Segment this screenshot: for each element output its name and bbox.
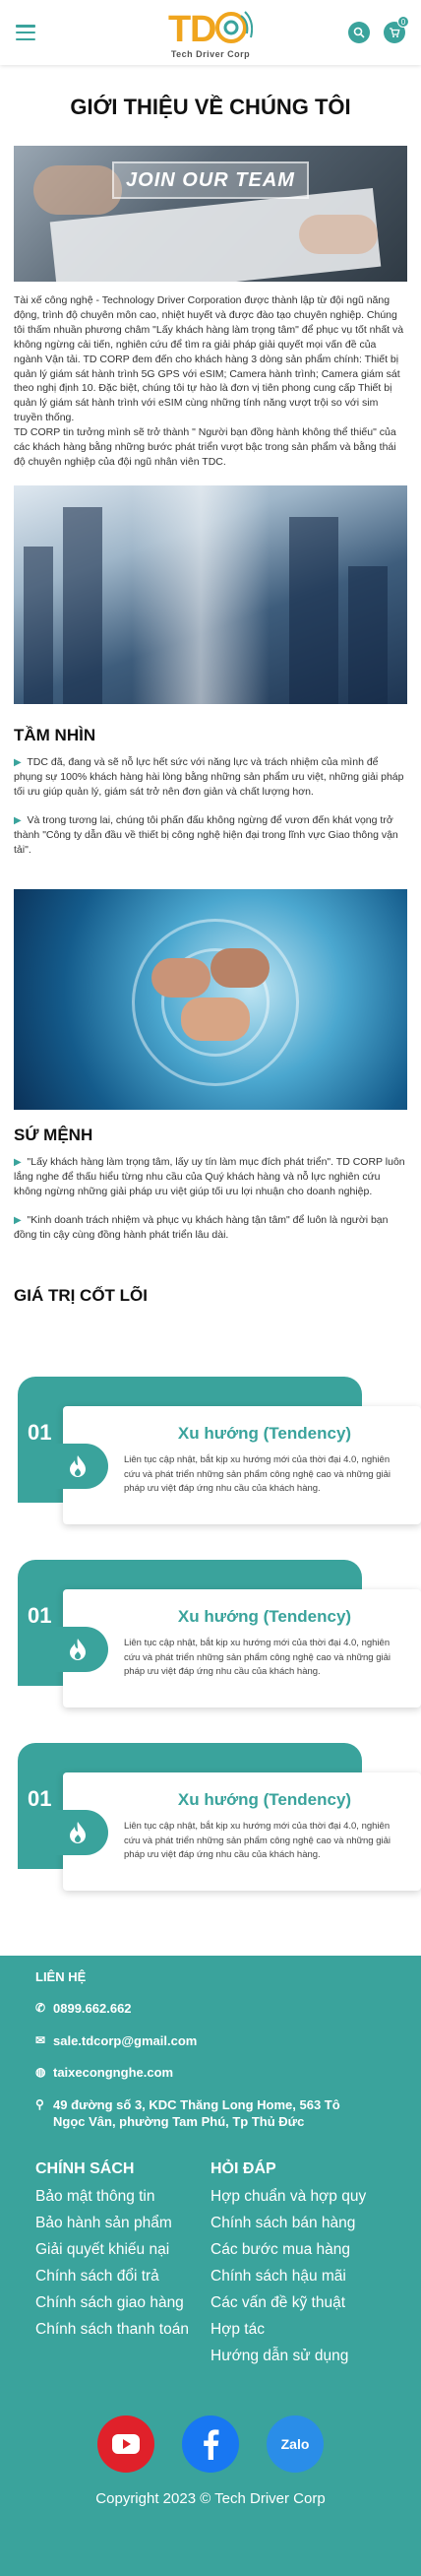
contact-website[interactable]: ◍ taixecongnghe.com	[35, 2064, 386, 2082]
faq-column: HỎI ĐÁP Hợp chuẩn và hợp quy Chính sách …	[210, 2160, 386, 2374]
policy-link[interactable]: Chính sách đổi trả	[35, 2268, 210, 2286]
mission-item: ▶ "Kinh doanh trách nhiệm và phục vụ khá…	[0, 1213, 421, 1243]
teamwork-hands-image	[14, 888, 407, 1110]
mission-item-text: "Kinh doanh trách nhiệm và phục vụ khách…	[14, 1213, 389, 1242]
contact-email[interactable]: ✉ sale.tdcorp@gmail.com	[35, 2032, 386, 2050]
youtube-icon[interactable]	[97, 2415, 154, 2473]
website-url: taixecongnghe.com	[53, 2065, 174, 2081]
site-footer: LIÊN HỆ ✆ 0899.662.662 ✉ sale.tdcorp@gma…	[0, 1955, 421, 2576]
flame-icon	[47, 1809, 108, 1855]
core-values-heading: GIÁ TRỊ CỐT LÕI	[14, 1285, 148, 1305]
value-number: 01	[28, 1785, 52, 1811]
join-team-image: JOIN OUR TEAM	[14, 146, 407, 282]
phone-number: 0899.662.662	[53, 2000, 132, 2016]
value-title: Xu hướng (Tendency)	[177, 1606, 352, 1626]
value-card: 01 Xu hướng (Tendency) Liên tục cập nhật…	[14, 1559, 421, 1707]
join-team-banner: JOIN OUR TEAM	[112, 161, 309, 199]
email-address: sale.tdcorp@gmail.com	[53, 2032, 198, 2048]
svg-text:D: D	[190, 9, 216, 47]
faq-link[interactable]: Hợp tác	[210, 2321, 386, 2339]
value-card: 01 Xu hướng (Tendency) Liên tục cập nhật…	[14, 1742, 421, 1891]
globe-icon: ◍	[35, 2065, 46, 2080]
mission-item-text: "Lấy khách hàng làm trọng tâm, lấy uy tí…	[14, 1155, 405, 1197]
intro-paragraph: TD CORP tin tưởng mình sẽ trở thành " Ng…	[14, 426, 396, 468]
social-links: Zalo	[35, 2415, 386, 2473]
policy-heading: CHÍNH SÁCH	[35, 2159, 135, 2177]
logo-mark: T D	[168, 8, 254, 50]
cart-count-badge: 0	[397, 16, 409, 28]
triangle-bullet-icon: ▶	[14, 814, 22, 826]
contact-phone[interactable]: ✆ 0899.662.662	[35, 2000, 386, 2018]
page-title: GIỚI THIỆU VỀ CHÚNG TÔI	[70, 95, 351, 119]
value-title: Xu hướng (Tendency)	[177, 1423, 352, 1443]
mission-heading: SỨ MỆNH	[14, 1125, 93, 1144]
faq-link[interactable]: Chính sách hậu mãi	[210, 2268, 386, 2286]
contact-address: ⚲ 49 đường số 3, KDC Thăng Long Home, 56…	[35, 2096, 386, 2131]
value-title: Xu hướng (Tendency)	[177, 1789, 352, 1809]
vision-item-text: TDC đã, đang và sẽ nỗ lực hết sức với nă…	[14, 755, 404, 798]
value-number: 01	[28, 1602, 52, 1628]
value-number: 01	[28, 1419, 52, 1445]
svg-text:T: T	[168, 9, 191, 47]
policy-link[interactable]: Bảo hành sản phẩm	[35, 2215, 210, 2232]
policy-link[interactable]: Bảo mật thông tin	[35, 2188, 210, 2206]
mail-icon: ✉	[35, 2032, 46, 2047]
vision-item-text: Và trong tương lai, chúng tôi phấn đấu k…	[14, 813, 398, 856]
copyright-text: Copyright 2023 © Tech Driver Corp	[95, 2489, 326, 2507]
value-description: Liên tục cập nhật, bắt kịp xu hướng mới …	[124, 1820, 391, 1861]
policy-link[interactable]: Giải quyết khiếu nại	[35, 2241, 210, 2259]
vision-item: ▶ Và trong tương lai, chúng tôi phấn đấu…	[0, 813, 421, 858]
menu-icon[interactable]	[16, 25, 35, 40]
location-pin-icon: ⚲	[35, 2096, 44, 2111]
faq-link[interactable]: Các bước mua hàng	[210, 2241, 386, 2259]
faq-link[interactable]: Hướng dẫn sử dụng	[210, 2348, 386, 2365]
address-text: 49 đường số 3, KDC Thăng Long Home, 563 …	[53, 2096, 340, 2130]
zalo-icon[interactable]: Zalo	[267, 2415, 324, 2473]
value-description: Liên tục cập nhật, bắt kịp xu hướng mới …	[124, 1453, 391, 1495]
policy-link[interactable]: Chính sách thanh toán	[35, 2321, 210, 2339]
faq-heading: HỎI ĐÁP	[210, 2159, 276, 2177]
intro-paragraph: Tài xế công nghệ - Technology Driver Cor…	[14, 294, 404, 424]
faq-link[interactable]: Hợp chuẩn và hợp quy	[210, 2188, 386, 2206]
faq-link[interactable]: Các vấn đề kỹ thuật	[210, 2294, 386, 2312]
flame-icon	[47, 1626, 108, 1672]
facebook-icon[interactable]	[182, 2415, 239, 2473]
triangle-bullet-icon: ▶	[14, 1214, 22, 1226]
site-header: T D Tech Driver Corp 0	[0, 0, 421, 65]
intro-text: Tài xế công nghệ - Technology Driver Cor…	[0, 293, 421, 470]
vision-item: ▶ TDC đã, đang và sẽ nỗ lực hết sức với …	[0, 755, 421, 800]
building-image	[14, 484, 407, 704]
triangle-bullet-icon: ▶	[14, 756, 22, 768]
search-icon[interactable]	[348, 22, 370, 43]
value-card: 01 Xu hướng (Tendency) Liên tục cập nhật…	[14, 1376, 421, 1524]
phone-icon: ✆	[35, 2000, 46, 2015]
logo-text: Tech Driver Corp	[170, 49, 251, 59]
mission-item: ▶ "Lấy khách hàng làm trọng tâm, lấy uy …	[0, 1155, 421, 1199]
faq-link[interactable]: Chính sách bán hàng	[210, 2215, 386, 2232]
vision-heading: TẦM NHÌN	[14, 725, 96, 744]
logo[interactable]: T D Tech Driver Corp	[142, 8, 279, 59]
zalo-label: Zalo	[280, 2435, 310, 2452]
contact-heading: LIÊN HỆ	[35, 1968, 87, 1984]
triangle-bullet-icon: ▶	[14, 1156, 22, 1168]
policy-link[interactable]: Chính sách giao hàng	[35, 2294, 210, 2312]
flame-icon	[47, 1443, 108, 1489]
cart-icon[interactable]: 0	[384, 16, 409, 43]
policy-column: CHÍNH SÁCH Bảo mật thông tin Bảo hành sả…	[35, 2160, 210, 2374]
value-description: Liên tục cập nhật, bắt kịp xu hướng mới …	[124, 1637, 391, 1678]
